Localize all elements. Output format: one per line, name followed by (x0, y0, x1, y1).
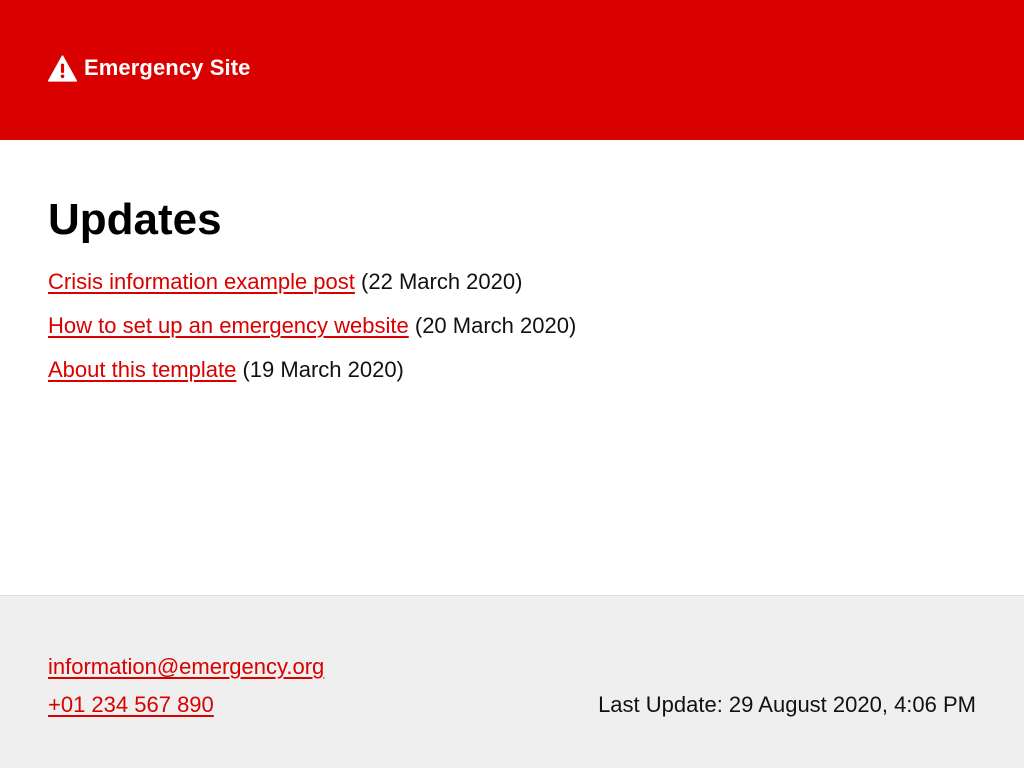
site-title: Emergency Site (84, 55, 251, 80)
post-date: (19 March 2020) (242, 357, 404, 382)
post-list: Crisis information example post (22 Marc… (48, 260, 976, 392)
post-date: (20 March 2020) (414, 313, 577, 338)
site-footer: information@emergency.org +01 234 567 89… (0, 595, 1024, 768)
main-content: Updates Crisis information example post … (48, 188, 976, 392)
list-item: Crisis information example post (22 Marc… (48, 260, 976, 304)
page-title: Updates (48, 195, 222, 244)
site-header: Emergency Site (0, 0, 1024, 140)
warning-triangle-icon (48, 54, 77, 82)
list-item: About this template (19 March 2020) (48, 348, 976, 392)
post-link-emergency-website[interactable]: How to set up an emergency website (48, 313, 409, 338)
phone-link[interactable]: +01 234 567 890 (48, 686, 324, 724)
email-link[interactable]: information@emergency.org (48, 648, 324, 686)
list-item: How to set up an emergency website (20 M… (48, 304, 976, 348)
post-date: (22 March 2020) (361, 269, 523, 294)
post-link-about-template[interactable]: About this template (48, 357, 236, 382)
last-update-text: Last Update: 29 August 2020, 4:06 PM (598, 692, 976, 717)
footer-contact: information@emergency.org +01 234 567 89… (48, 648, 324, 724)
post-link-crisis-information[interactable]: Crisis information example post (48, 269, 355, 294)
site-title-link[interactable]: Emergency Site (48, 54, 250, 82)
